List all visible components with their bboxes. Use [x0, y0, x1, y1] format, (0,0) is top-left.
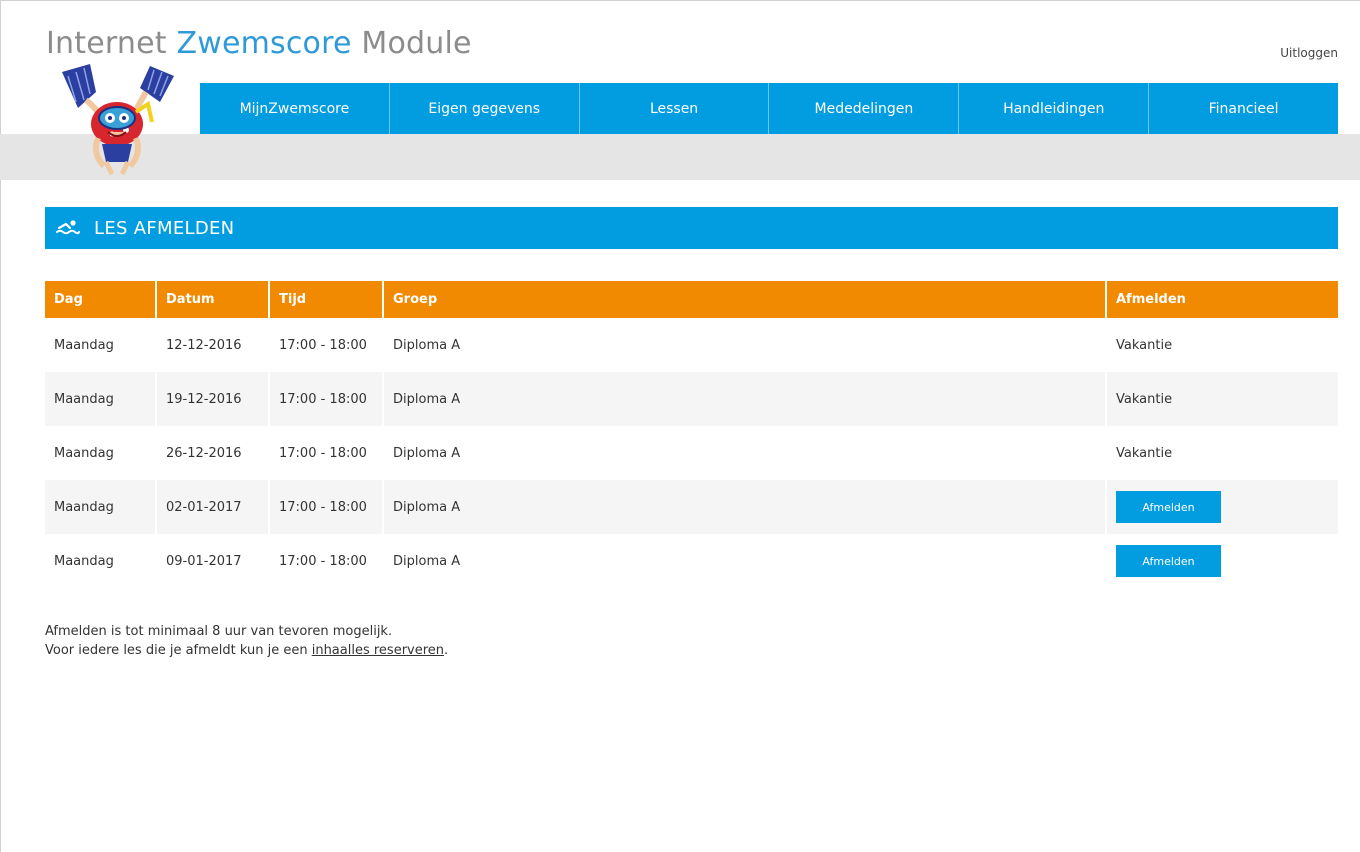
table-row: Maandag 09-01-2017 17:00 - 18:00 Diploma…: [45, 534, 1338, 588]
cell-groep: Diploma A: [383, 426, 1107, 480]
page-header: Internet Zwemscore Module Uitloggen Mijn…: [0, 0, 1360, 176]
logout-link[interactable]: Uitloggen: [1280, 46, 1338, 60]
cell-dag: Maandag: [45, 480, 157, 534]
cell-tijd: 17:00 - 18:00: [269, 372, 384, 426]
nav-item-eigen-gegevens[interactable]: Eigen gegevens: [390, 83, 580, 134]
cell-dag: Maandag: [45, 534, 157, 588]
cell-dag: Maandag: [45, 372, 157, 426]
footer-notes: Afmelden is tot minimaal 8 uur van tevor…: [45, 622, 448, 660]
note-deadline: Afmelden is tot minimaal 8 uur van tevor…: [45, 624, 393, 639]
column-header-tijd: Tijd: [269, 281, 384, 318]
app-title-part1: Internet: [46, 26, 177, 61]
cell-action: Afmelden: [1106, 534, 1338, 588]
app-title-part2: Module: [351, 26, 472, 61]
cell-datum: 12-12-2016: [156, 318, 270, 372]
cell-groep: Diploma A: [383, 534, 1107, 588]
cell-status: Vakantie: [1116, 445, 1173, 461]
note-inhaalles: Voor iedere les die je afmeldt kun je ee…: [45, 641, 448, 660]
cell-tijd: 17:00 - 18:00: [269, 480, 384, 534]
cell-tijd: 17:00 - 18:00: [269, 318, 384, 372]
nav-item-financieel[interactable]: Financieel: [1149, 83, 1338, 134]
cell-datum: 09-01-2017: [156, 534, 270, 588]
cell-dag: Maandag: [45, 318, 157, 372]
main-nav: MijnZwemscore Eigen gegevens Lessen Mede…: [200, 83, 1338, 134]
section-title: LES AFMELDEN: [94, 217, 235, 239]
cell-tijd: 17:00 - 18:00: [269, 534, 384, 588]
cell-groep: Diploma A: [383, 372, 1107, 426]
section-header: LES AFMELDEN: [45, 207, 1338, 249]
table-row: Maandag 26-12-2016 17:00 - 18:00 Diploma…: [45, 426, 1338, 480]
afmelden-button[interactable]: Afmelden: [1116, 545, 1221, 577]
column-header-dag: Dag: [45, 281, 157, 318]
nav-item-handleidingen[interactable]: Handleidingen: [959, 83, 1150, 134]
cell-dag: Maandag: [45, 426, 157, 480]
column-header-groep: Groep: [383, 281, 1107, 318]
table-row: Maandag 19-12-2016 17:00 - 18:00 Diploma…: [45, 372, 1338, 426]
note-inhaalles-prefix: Voor iedere les die je afmeldt kun je ee…: [45, 643, 312, 658]
cell-tijd: 17:00 - 18:00: [269, 426, 384, 480]
nav-item-mijnzwemscore[interactable]: MijnZwemscore: [200, 83, 390, 134]
cell-action: Afmelden: [1106, 480, 1338, 534]
cell-groep: Diploma A: [383, 318, 1107, 372]
cell-groep: Diploma A: [383, 480, 1107, 534]
table-header-row: Dag Datum Tijd Groep Afmelden: [45, 281, 1338, 318]
cell-datum: 26-12-2016: [156, 426, 270, 480]
cell-status: Vakantie: [1106, 372, 1338, 426]
app-title-accent: Zwemscore: [176, 26, 352, 61]
lessons-table: Dag Datum Tijd Groep Afmelden Maandag 12…: [45, 281, 1338, 588]
inhaalles-reserveren-link[interactable]: inhaalles reserveren: [312, 643, 444, 658]
mascot-logo-icon: [62, 64, 174, 176]
cell-datum: 02-01-2017: [156, 480, 270, 534]
swimmer-icon: [56, 220, 80, 235]
note-inhaalles-suffix: .: [444, 643, 449, 658]
nav-item-mededelingen[interactable]: Mededelingen: [769, 83, 960, 134]
table-row: Maandag 12-12-2016 17:00 - 18:00 Diploma…: [45, 318, 1338, 372]
table-row: Maandag 02-01-2017 17:00 - 18:00 Diploma…: [45, 480, 1338, 534]
cell-status: Vakantie: [1116, 337, 1173, 353]
cell-datum: 19-12-2016: [156, 372, 270, 426]
afmelden-button[interactable]: Afmelden: [1116, 491, 1221, 523]
subheader-band: [0, 134, 1360, 180]
column-header-afmelden: Afmelden: [1106, 281, 1338, 318]
column-header-datum: Datum: [156, 281, 270, 318]
app-title: Internet Zwemscore Module: [46, 26, 472, 61]
nav-item-lessen[interactable]: Lessen: [580, 83, 770, 134]
